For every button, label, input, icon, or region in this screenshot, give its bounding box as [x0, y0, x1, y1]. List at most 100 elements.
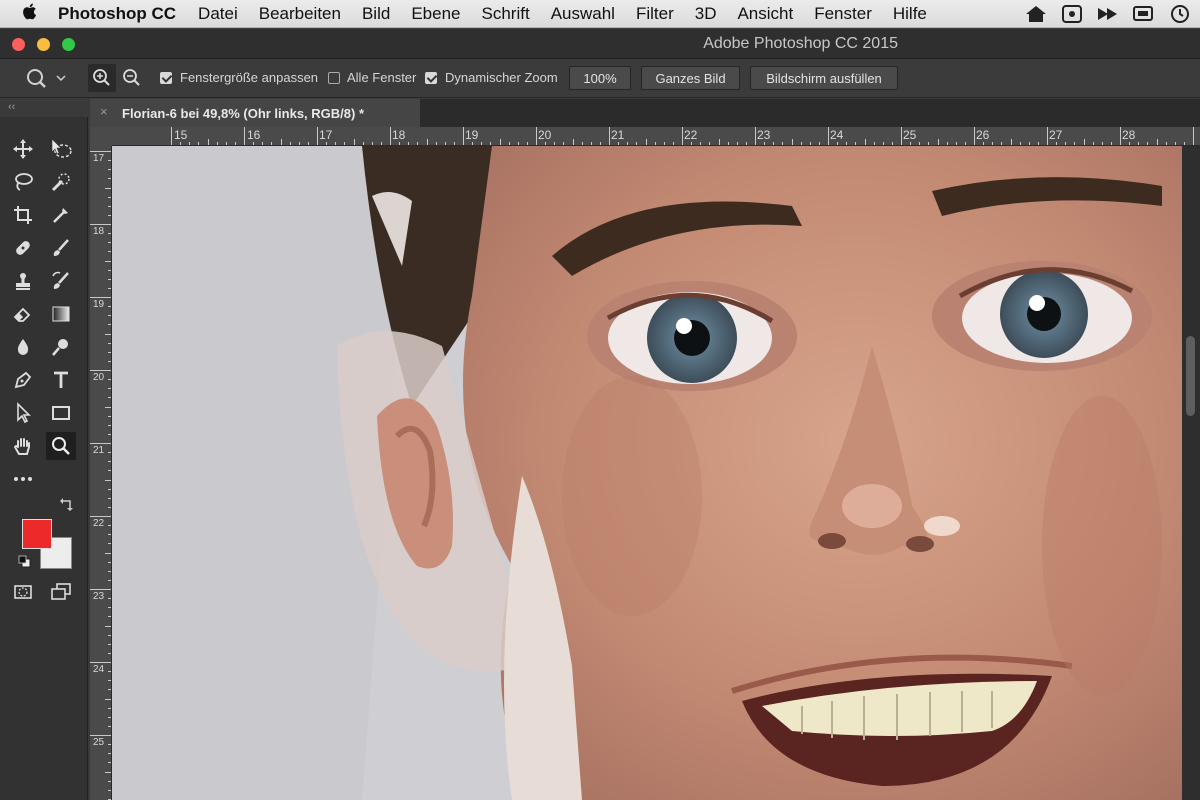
path-selection-tool[interactable]	[8, 399, 38, 427]
zoom-tool-preset-icon	[27, 69, 66, 88]
dodge-tool[interactable]	[46, 333, 76, 361]
lasso-tool[interactable]	[8, 168, 38, 196]
all-windows-checkbox[interactable]	[328, 72, 340, 84]
foreground-color-swatch[interactable]	[22, 519, 52, 549]
ruler-label-24: 24	[830, 128, 844, 142]
ruler-label-25: 25	[903, 128, 917, 142]
vruler-label-24: 24	[93, 664, 105, 675]
menu-ansicht[interactable]: Ansicht	[737, 4, 793, 24]
pen-icon	[14, 371, 32, 389]
default-colors-button[interactable]	[18, 555, 32, 574]
vertical-scrollbar-thumb[interactable]	[1186, 336, 1195, 416]
menu-bearbeiten[interactable]: Bearbeiten	[259, 4, 341, 24]
quick-selection-icon	[51, 173, 70, 192]
panel-collapse-toggle[interactable]: ‹‹	[8, 101, 15, 113]
vertical-scrollbar[interactable]	[1182, 146, 1200, 800]
crop-tool[interactable]	[8, 201, 38, 229]
quick-selection-tool[interactable]	[46, 168, 76, 196]
display-icon[interactable]	[1132, 3, 1156, 25]
menu-ebene[interactable]: Ebene	[411, 4, 460, 24]
ruler-label-16: 16	[247, 128, 261, 142]
close-document-icon[interactable]: ×	[100, 104, 108, 119]
fill-screen-button[interactable]: Bildschirm ausfüllen	[750, 66, 898, 90]
menu-app-name[interactable]: Photoshop CC	[58, 4, 176, 24]
fit-window-checkbox[interactable]	[160, 72, 172, 84]
forward-icon[interactable]	[1096, 3, 1120, 25]
screen-mode-icon	[51, 583, 71, 600]
menu-filter[interactable]: Filter	[636, 4, 674, 24]
close-window-button[interactable]	[12, 38, 25, 51]
menu-datei[interactable]: Datei	[198, 4, 238, 24]
edit-toolbar-button[interactable]	[8, 465, 38, 493]
apple-menu-icon[interactable]	[0, 2, 58, 26]
bandage-icon	[16, 241, 30, 255]
zoom-window-button[interactable]	[62, 38, 75, 51]
document-canvas[interactable]	[112, 146, 1182, 800]
zoom-in-button[interactable]	[88, 64, 116, 92]
window-title: Adobe Photoshop CC 2015	[703, 35, 898, 52]
gradient-tool[interactable]	[46, 300, 76, 328]
history-brush-tool[interactable]	[46, 267, 76, 295]
all-windows-label: Alle Fenster	[347, 70, 417, 85]
ruler-label-18: 18	[392, 128, 406, 142]
swap-colors-button[interactable]	[60, 497, 74, 516]
gradient-icon	[52, 306, 70, 322]
dynamic-zoom-checkbox[interactable]	[425, 72, 437, 84]
home-icon[interactable]	[1024, 3, 1048, 25]
fit-screen-button[interactable]: Ganzes Bild	[641, 66, 740, 90]
ruler-label-19: 19	[465, 128, 479, 142]
tools-strip	[0, 117, 88, 800]
move-tool[interactable]	[8, 135, 38, 163]
ruler-label-15: 15	[174, 128, 188, 142]
menu-hilfe[interactable]: Hilfe	[893, 4, 927, 24]
eyedropper-tool[interactable]	[46, 201, 76, 229]
eraser-icon	[13, 307, 31, 322]
time-machine-icon[interactable]	[1168, 3, 1192, 25]
zoom-tool[interactable]	[46, 432, 76, 460]
ruler-label-21: 21	[611, 128, 625, 142]
stamp-icon	[16, 273, 30, 290]
eyedropper-icon	[53, 208, 68, 223]
ruler-label-22: 22	[684, 128, 698, 142]
menu-3d[interactable]: 3D	[695, 4, 717, 24]
swap-arrow-icon	[60, 498, 73, 511]
hand-icon	[13, 438, 30, 455]
menu-schrift[interactable]: Schrift	[482, 4, 530, 24]
screen-mode-button[interactable]	[46, 578, 76, 606]
zoom-out-icon	[123, 69, 140, 86]
menu-bild[interactable]: Bild	[362, 4, 390, 24]
marquee-tool[interactable]	[46, 135, 76, 163]
zoom-out-button[interactable]	[122, 68, 142, 91]
menu-auswahl[interactable]: Auswahl	[551, 4, 615, 24]
clone-stamp-tool[interactable]	[8, 267, 38, 295]
fit-window-label: Fenstergröße anpassen	[180, 70, 319, 85]
drop-icon	[17, 339, 29, 355]
blur-tool[interactable]	[8, 333, 38, 361]
rectangle-tool[interactable]	[46, 399, 76, 427]
wireless-icon[interactable]	[1060, 3, 1084, 25]
pen-tool[interactable]	[8, 366, 38, 394]
quick-mask-button[interactable]	[8, 578, 38, 606]
hand-tool[interactable]	[8, 432, 38, 460]
ruler-label-26: 26	[976, 128, 990, 142]
vruler-label-23: 23	[93, 591, 105, 602]
menu-fenster[interactable]: Fenster	[814, 4, 872, 24]
horizontal-ruler[interactable]: 15 16 17 18 19 20 21 22 23 24 25 26 27 2…	[112, 127, 1200, 146]
type-icon	[54, 371, 68, 388]
menu-bar: Photoshop CC Datei Bearbeiten Bild Ebene…	[0, 0, 1200, 28]
vruler-label-17: 17	[93, 153, 105, 164]
tool-preset-picker[interactable]	[24, 67, 70, 92]
eraser-tool[interactable]	[8, 300, 38, 328]
document-tab[interactable]: × Florian-6 bei 49,8% (Ohr links, RGB/8)…	[90, 99, 420, 127]
brush-tool[interactable]	[46, 234, 76, 262]
healing-brush-tool[interactable]	[8, 234, 38, 262]
tools-panel: ‹‹	[0, 99, 90, 800]
type-tool[interactable]	[46, 366, 76, 394]
vertical-ruler[interactable]: 17 18 19 20 21 22 23 24 25	[90, 146, 112, 800]
zoom-in-icon	[93, 69, 110, 86]
minimize-window-button[interactable]	[37, 38, 50, 51]
ruler-label-20: 20	[538, 128, 552, 142]
ruler-origin[interactable]	[90, 127, 112, 146]
portrait-image	[112, 146, 1182, 800]
zoom-100-button[interactable]: 100%	[569, 66, 631, 90]
